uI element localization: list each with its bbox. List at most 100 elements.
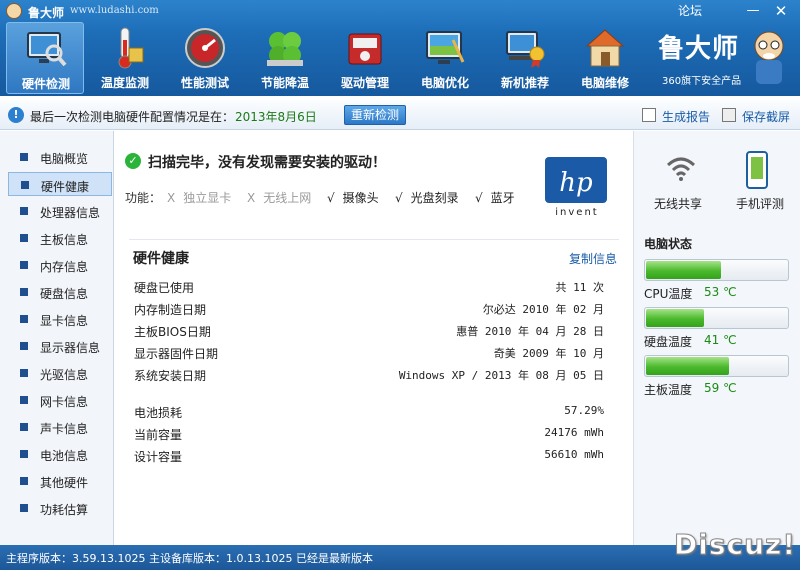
bullet-icon — [20, 342, 28, 350]
sidebar-item-label: 电池信息 — [40, 449, 89, 463]
row-value: 奇美 2009 年 10 月 — [493, 347, 604, 360]
sidebar-item-network[interactable]: 网卡信息 — [8, 388, 112, 412]
tool-driver-management[interactable]: 驱动管理 — [326, 22, 404, 94]
meter-fill — [646, 309, 704, 327]
row-value: 56610 mWh — [544, 448, 604, 461]
sidebar-item-label: 处理器信息 — [40, 206, 101, 220]
close-button[interactable]: ✕ — [770, 1, 792, 21]
thermometer-icon — [118, 27, 144, 69]
bullet-icon — [20, 423, 28, 431]
bullet-icon — [20, 396, 28, 404]
row-label: 电池损耗 — [134, 406, 183, 420]
sidebar-item-label: 光驱信息 — [40, 368, 89, 382]
sidebar-item-graphics[interactable]: 显卡信息 — [8, 307, 112, 331]
top-bar: 鲁大师 www.ludashi.com 论坛 — ✕ 硬件检测 温度监测 性能测… — [0, 0, 800, 96]
tool-new-pc-recommend[interactable]: 新机推荐 — [486, 22, 564, 94]
cpu-temp-value: 53 ℃ — [704, 285, 737, 299]
feature-item: X 无线上网 — [247, 191, 312, 205]
disk-temp-value: 41 ℃ — [704, 333, 737, 347]
scan-result-title: 扫描完毕，没有发现需要安装的驱动！ — [148, 155, 386, 171]
row-label: 主板BIOS日期 — [134, 325, 211, 339]
brand-subtitle: 360旗下安全产品 — [662, 76, 742, 87]
app-logo-icon — [6, 3, 22, 19]
speedometer-icon — [185, 28, 225, 68]
info-row: 系统安装日期 Windows XP / 2013 年 08 月 05 日 — [134, 367, 604, 385]
sidebar-item-memory[interactable]: 内存信息 — [8, 253, 112, 277]
phone-eval-button[interactable]: 手机评测 — [730, 151, 790, 215]
minimize-button[interactable]: — — [742, 1, 764, 21]
tool-hardware-detect[interactable]: 硬件检测 — [6, 22, 84, 94]
info-row: 设计容量 56610 mWh — [134, 448, 604, 466]
tool-label: 电脑优化 — [420, 76, 469, 90]
brand: 鲁大师 360旗下安全产品 — [652, 28, 792, 88]
copy-info-link[interactable]: 复制信息 — [569, 250, 617, 267]
main-toolbar: 硬件检测 温度监测 性能测试 节能降温 驱动管理 电脑优化 新机推荐 电脑维修 — [6, 22, 646, 94]
info-row: 硬盘已使用 共 11 次 — [134, 279, 604, 297]
tool-pc-optimize[interactable]: 电脑优化 — [406, 22, 484, 94]
last-detect-text: 最后一次检测电脑硬件配置情况是在： — [30, 110, 235, 124]
camera-icon — [722, 108, 736, 122]
bullet-icon — [20, 234, 28, 242]
sidebar-item-other[interactable]: 其他硬件 — [8, 469, 112, 493]
pc-status-title: 电脑状态 — [644, 237, 693, 251]
tool-label: 硬件检测 — [21, 77, 70, 91]
last-detect-date: 2013年8月6日 — [235, 110, 317, 124]
sidebar-item-label: 功耗估算 — [40, 503, 89, 517]
sidebar-item-battery[interactable]: 电池信息 — [8, 442, 112, 466]
info-icon: ! — [8, 107, 24, 123]
sidebar-item-disk[interactable]: 硬盘信息 — [8, 280, 112, 304]
brand-name: 鲁大师 — [658, 34, 740, 64]
sidebar-item-optical-drive[interactable]: 光驱信息 — [8, 361, 112, 385]
sidebar-item-label: 其他硬件 — [40, 476, 89, 490]
generate-report-label: 生成报告 — [662, 110, 711, 124]
sidebar-item-motherboard[interactable]: 主板信息 — [8, 226, 112, 250]
version-info: 主程序版本：3.59.13.1025 主设备库版本：1.0.13.1025 已经… — [6, 552, 373, 565]
info-row: 主板BIOS日期 惠普 2010 年 04 月 28 日 — [134, 323, 604, 341]
info-row: 电池损耗 57.29% — [134, 404, 604, 422]
meter-fill — [646, 357, 729, 375]
disk-temp-label: 硬盘温度 — [644, 335, 693, 349]
watermark: Discuz! — [673, 528, 797, 562]
clover-icon — [267, 32, 303, 66]
tool-performance[interactable]: 性能测试 — [166, 22, 244, 94]
feature-item: √ 摄像头 — [327, 191, 379, 205]
row-value: 57.29% — [564, 404, 604, 417]
phone-eval-label: 手机评测 — [735, 197, 784, 211]
app-title: 鲁大师 — [28, 6, 65, 20]
sidebar-item-power[interactable]: 功耗估算 — [8, 496, 112, 520]
divider — [129, 239, 619, 240]
bullet-icon — [20, 315, 28, 323]
monitor-magnifier-icon — [27, 32, 67, 67]
sidebar-item-overview[interactable]: 电脑概览 — [8, 145, 112, 169]
tool-label: 驱动管理 — [340, 76, 389, 90]
row-value: 尔必达 2010 年 02 月 — [482, 303, 604, 316]
tool-energy-saving[interactable]: 节能降温 — [246, 22, 324, 94]
sidebar-item-sound[interactable]: 声卡信息 — [8, 415, 112, 439]
features-label: 功能： — [125, 191, 162, 205]
info-row: 内存制造日期 尔必达 2010 年 02 月 — [134, 301, 604, 319]
row-label: 设计容量 — [134, 450, 183, 464]
tool-pc-repair[interactable]: 电脑维修 — [566, 22, 644, 94]
row-label: 当前容量 — [134, 428, 183, 442]
row-value: 共 11 次 — [555, 281, 605, 294]
bullet-icon — [20, 477, 28, 485]
mascot-icon — [754, 31, 784, 84]
sidebar-item-label: 网卡信息 — [40, 395, 89, 409]
sidebar-item-cpu[interactable]: 处理器信息 — [8, 199, 112, 223]
tool-temperature[interactable]: 温度监测 — [86, 22, 164, 94]
sidebar-item-label: 显示器信息 — [40, 341, 101, 355]
bullet-icon — [20, 450, 28, 458]
document-icon — [642, 108, 656, 122]
redetect-button[interactable]: 重新检测 — [344, 105, 406, 125]
new-pc-medal-icon — [506, 31, 545, 68]
sidebar-item-label: 显卡信息 — [40, 314, 89, 328]
app-url: www.ludashi.com — [70, 5, 159, 16]
feature-item: √ 蓝牙 — [475, 191, 515, 205]
board-temp-value: 59 ℃ — [704, 381, 737, 395]
sidebar-item-monitor[interactable]: 显示器信息 — [8, 334, 112, 358]
bullet-icon — [20, 504, 28, 512]
wifi-share-button[interactable]: 无线共享 — [648, 155, 708, 215]
sidebar-item-hardware-health[interactable]: 硬件健康 — [8, 172, 112, 196]
tool-label: 温度监测 — [100, 76, 149, 90]
forum-link[interactable]: 论坛 — [678, 2, 702, 19]
